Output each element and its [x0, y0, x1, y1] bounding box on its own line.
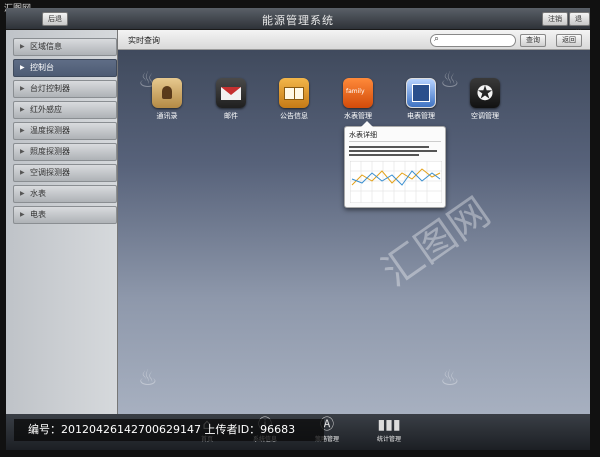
tab-statistics[interactable]: ▮▮▮ 统计管理: [364, 415, 414, 445]
app-electric-meter[interactable]: 电表管理: [396, 78, 446, 121]
sidebar-item-lamp-controller[interactable]: ▶ 台灯控制器: [13, 80, 117, 98]
sidebar-item-temperature[interactable]: ▶ 温度探测器: [13, 122, 117, 140]
chevron-right-icon: ▶: [20, 43, 25, 50]
app-label: 通讯录: [156, 112, 178, 120]
search-icon: ⌕: [434, 34, 440, 44]
chevron-right-icon: ▶: [20, 211, 25, 218]
app-frame: 汇图网 后退 能源管理系统 注销 退出 ▶ 区域信息 ▶ 控制台 ▶ 台灯控制器…: [0, 0, 600, 457]
flame-decoration-icon: ♨: [440, 366, 460, 391]
tab-label: 统计管理: [376, 436, 401, 443]
main-panel: 实时查询 ⌕ 查询 返回 ♨ ♨ ♨ ♨ 通讯录 邮件 公告信息 family: [118, 30, 590, 414]
app-badge: family: [346, 88, 365, 95]
logout-button[interactable]: 注销: [542, 12, 568, 26]
app-water-meter[interactable]: family 水表管理: [333, 78, 383, 121]
app-air-conditioner[interactable]: ✪ 空调管理: [460, 78, 510, 121]
sidebar-item-infrared[interactable]: ▶ 红外感应: [13, 101, 117, 119]
star-icon: ✪: [470, 78, 500, 108]
app-notice[interactable]: 公告信息: [269, 78, 319, 121]
query-button[interactable]: 查询: [520, 34, 546, 47]
text-line: [349, 154, 419, 156]
sidebar-item-air-conditioner[interactable]: ▶ 空调探测器: [13, 164, 117, 182]
text-line: [349, 146, 429, 148]
sidebar-item-console[interactable]: ▶ 控制台: [13, 59, 117, 77]
chevron-right-icon: ▶: [20, 106, 25, 113]
sidebar-item-illuminance[interactable]: ▶ 照度探测器: [13, 143, 117, 161]
text-line: [349, 150, 437, 152]
chevron-right-icon: ▶: [20, 190, 25, 197]
contacts-icon: [152, 78, 182, 108]
sidebar-item-label: 台灯控制器: [30, 84, 70, 93]
chevron-right-icon: ▶: [20, 85, 25, 92]
app-contacts[interactable]: 通讯录: [142, 78, 192, 121]
sidebar-item-label: 控制台: [30, 63, 54, 72]
electric-meter-icon: [406, 78, 436, 108]
bar-chart-icon: ▮▮▮: [377, 417, 401, 433]
mail-icon: [216, 78, 246, 108]
mini-line-chart: [350, 161, 442, 203]
search-box[interactable]: ⌕: [430, 34, 516, 47]
sidebar-item-label: 照度探测器: [30, 147, 70, 156]
app-label: 空调管理: [471, 112, 499, 120]
page-title: 能源管理系统: [262, 14, 334, 27]
image-id-caption: 编号：20120426142700629147 上传者ID：96683: [14, 419, 324, 441]
sidebar-item-electric-meter[interactable]: ▶ 电表: [13, 206, 117, 224]
sidebar-item-label: 区域信息: [30, 42, 62, 51]
water-meter-icon: family: [343, 78, 373, 108]
sidebar-item-water-meter[interactable]: ▶ 水表: [13, 185, 117, 203]
divider: [349, 141, 441, 142]
sidebar-item-label: 红外感应: [30, 105, 62, 114]
toolbar: 实时查询 ⌕ 查询 返回: [118, 30, 590, 50]
sidebar-item-label: 电表: [30, 210, 46, 219]
chevron-right-icon: ▶: [20, 127, 25, 134]
chevron-right-icon: ▶: [20, 64, 25, 71]
bottom-tab-bar: ⌂ 首页 ⓘ 系统信息 Ⓐ 策略管理 ▮▮▮ 统计管理 编号：201204261…: [6, 414, 590, 450]
app-label: 公告信息: [280, 112, 308, 120]
sidebar-item-area-info[interactable]: ▶ 区域信息: [13, 38, 117, 56]
app-label: 电表管理: [407, 112, 435, 120]
sidebar-item-label: 水表: [30, 189, 46, 198]
chevron-right-icon: ▶: [20, 148, 25, 155]
sidebar: ▶ 区域信息 ▶ 控制台 ▶ 台灯控制器 ▶ 红外感应 ▶ 温度探测器 ▶ 照度…: [6, 30, 118, 414]
breadcrumb: 实时查询: [128, 36, 160, 45]
popup-title: 水表详细: [349, 131, 377, 139]
chevron-right-icon: ▶: [20, 169, 25, 176]
title-bar: 后退 能源管理系统 注销 退出: [6, 8, 590, 35]
app-label: 邮件: [224, 112, 238, 120]
water-meter-popup: 水表详细: [344, 121, 446, 208]
notice-book-icon: [279, 78, 309, 108]
app-label: 水表管理: [344, 112, 372, 120]
search-input[interactable]: [445, 36, 513, 46]
sidebar-item-label: 空调探测器: [30, 168, 70, 177]
sidebar-item-label: 温度探测器: [30, 126, 70, 135]
exit-button[interactable]: 退出: [569, 12, 590, 35]
return-button[interactable]: 返回: [556, 34, 582, 47]
app-mail[interactable]: 邮件: [206, 78, 256, 121]
flame-decoration-icon: ♨: [138, 366, 158, 391]
